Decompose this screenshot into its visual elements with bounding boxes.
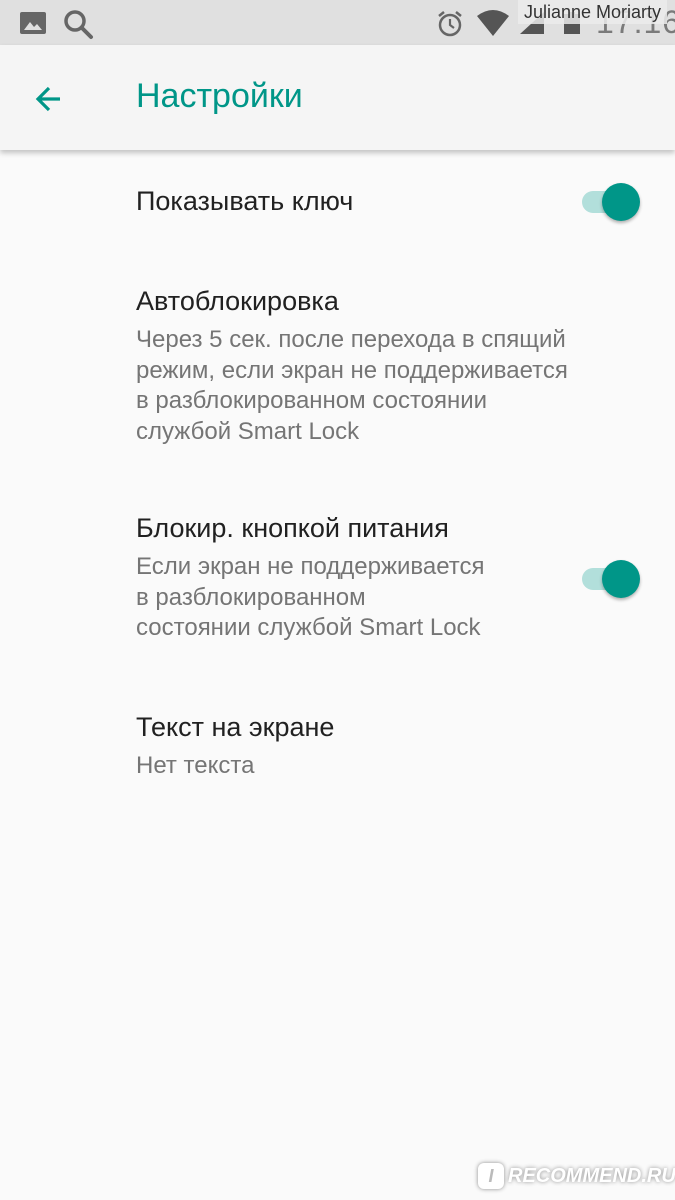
switch-thumb (602, 183, 640, 221)
setting-summary: Нет текста (136, 752, 255, 779)
setting-show-key[interactable]: Показывать ключ (0, 150, 675, 255)
setting-lock-screen-text[interactable]: Текст на экране Нет текста (0, 695, 675, 805)
irecommend-logo-icon: I (478, 1163, 504, 1189)
watermark-username: Julianne Moriarty (518, 0, 668, 24)
setting-title: Текст на экране (136, 712, 335, 742)
app-bar: Настройки (0, 45, 675, 150)
setting-autolock[interactable]: Автоблокировка Через 5 сек. после перехо… (0, 270, 675, 470)
page-title: Настройки (136, 77, 303, 115)
setting-power-button-lock[interactable]: Блокир. кнопкой питания Если экран не по… (0, 495, 675, 665)
power-button-lock-switch[interactable] (578, 555, 642, 599)
show-key-switch[interactable] (578, 178, 642, 222)
setting-summary: Через 5 сек. после перехода в спящий реж… (136, 326, 568, 445)
arrow-left-icon[interactable] (30, 79, 70, 119)
setting-title: Автоблокировка (136, 286, 339, 316)
status-bar: 17:16 Julianne Moriarty (0, 0, 675, 45)
setting-title: Показывать ключ (136, 186, 354, 216)
wifi-icon (477, 10, 509, 36)
setting-title: Блокир. кнопкой питания (136, 513, 449, 543)
irecommend-watermark: I RECOMMEND.RU (478, 1158, 675, 1194)
alarm-icon (438, 11, 462, 37)
search-icon (64, 10, 93, 39)
gallery-icon (20, 12, 46, 34)
switch-thumb (602, 560, 640, 598)
setting-summary: Если экран не поддерживается в разблокир… (136, 553, 485, 641)
watermark-text: RECOMMEND.RU (508, 1164, 675, 1187)
